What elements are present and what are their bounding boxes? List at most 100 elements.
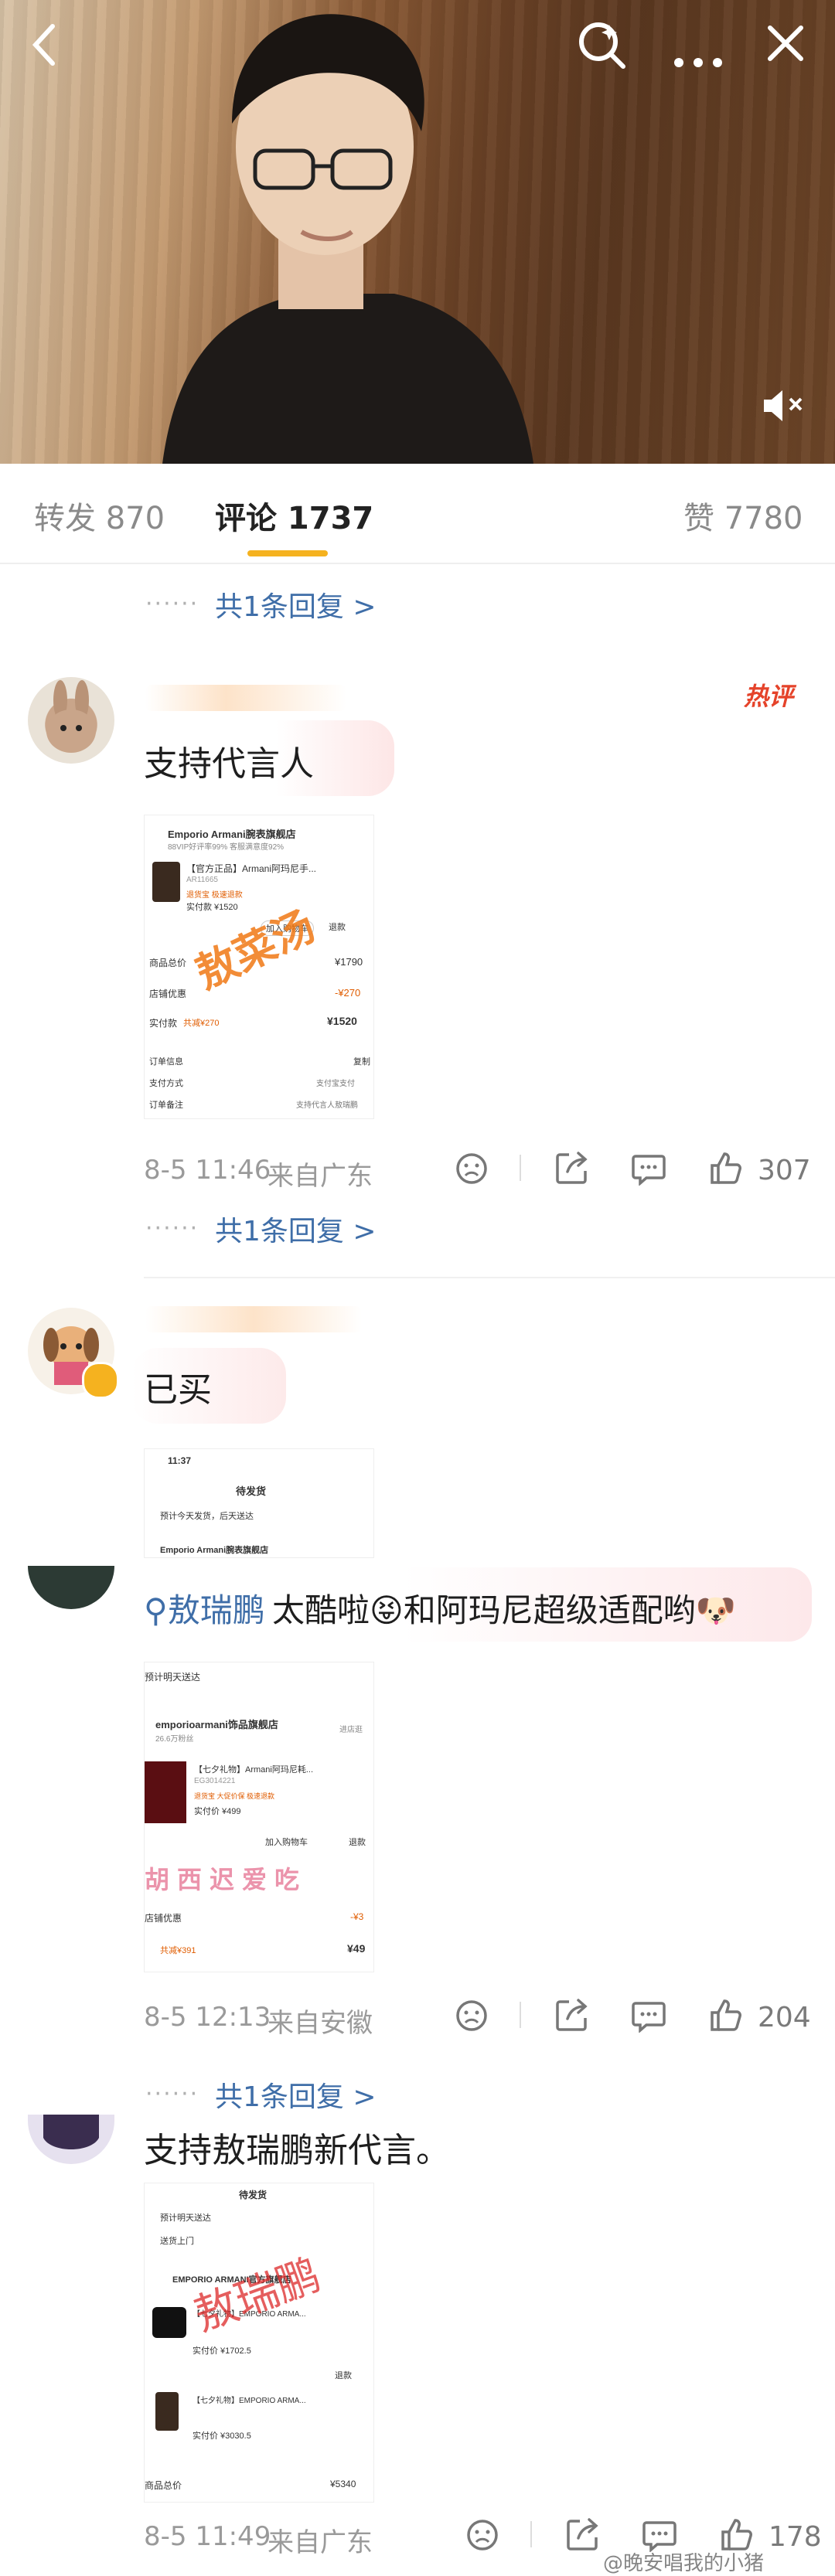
comment-image-order[interactable]: 预计明天送达 emporioarmani饰品旗舰店 26.6万粉丝 进店逛 【七… bbox=[144, 1662, 374, 1972]
shot-paid: 实付款 ¥1520 bbox=[186, 903, 238, 912]
watch-thumbnail bbox=[155, 2392, 179, 2431]
comment-location: 来自广东 bbox=[268, 1161, 373, 1192]
reply-count-link[interactable]: 共1条回复 > bbox=[215, 2074, 377, 2115]
tab-repost[interactable]: 转发 870 bbox=[34, 493, 165, 538]
share-icon[interactable] bbox=[564, 2516, 600, 2555]
shot-refund: 退款 bbox=[335, 2371, 352, 2380]
shot-copy: 复制 bbox=[353, 1057, 370, 1067]
more-dots-icon[interactable] bbox=[671, 36, 725, 77]
shot-title: 待发货 bbox=[236, 1485, 267, 1497]
verified-badge-icon bbox=[82, 1362, 119, 1399]
mute-speaker-icon[interactable] bbox=[761, 386, 807, 432]
like-thumb-icon[interactable] bbox=[708, 1997, 744, 2036]
shot-time: 11:37 bbox=[168, 1455, 192, 1466]
dislike-icon[interactable] bbox=[455, 1999, 489, 2036]
reply-count-link[interactable]: 共1条回复 > bbox=[215, 584, 377, 624]
fan-badge-strip bbox=[145, 1306, 362, 1332]
shot-title: 待发货 bbox=[239, 2190, 268, 2200]
comment-location: 来自广东 bbox=[268, 2527, 373, 2558]
fan-badge-strip bbox=[145, 685, 346, 711]
hot-comment-badge: 热评 bbox=[744, 682, 794, 711]
avatar[interactable] bbox=[28, 2115, 114, 2164]
shot-enter: 进店逛 bbox=[339, 1726, 363, 1734]
shot-store-sub: 26.6万粉丝 bbox=[155, 1735, 194, 1744]
product-thumbnail bbox=[145, 1761, 186, 1823]
watch-thumbnail bbox=[152, 862, 180, 902]
close-icon[interactable] bbox=[765, 23, 806, 70]
shot-remark: 订单备注 bbox=[149, 1101, 183, 1110]
like-count: 178 bbox=[769, 2521, 822, 2553]
mention-link[interactable]: ⚲敖瑞鹏 bbox=[144, 1584, 265, 1632]
search-sparkle-icon[interactable] bbox=[575, 19, 629, 80]
like-count: 307 bbox=[758, 1155, 811, 1186]
like-count: 204 bbox=[758, 2002, 811, 2033]
comment-text: 支持代言人 bbox=[144, 744, 314, 784]
shot-remark-value: 支持代言人敖瑞鹏 bbox=[296, 1101, 358, 1110]
reply-comment-icon[interactable] bbox=[631, 1152, 666, 1189]
reply-count-link[interactable]: 共1条回复 > bbox=[215, 1209, 377, 1249]
shot-total-label: 商品总价 bbox=[145, 2480, 182, 2491]
shot-paid-total: ¥49 bbox=[347, 1942, 366, 1955]
shot-total-label: 商品总价 bbox=[149, 958, 187, 968]
shot-product: 【七夕礼物】Armani阿玛尼耗... bbox=[194, 1765, 314, 1775]
comment-location: 来自安徽 bbox=[268, 2008, 373, 2039]
divider bbox=[520, 1155, 521, 1181]
avatar[interactable] bbox=[28, 1566, 114, 1609]
reply-dots: ······ bbox=[145, 2081, 199, 2108]
image-overlay-text: 胡西迟爱吃 bbox=[145, 1866, 308, 1894]
mention-name: 敖瑞鹏 bbox=[167, 1591, 265, 1629]
shot-order-info: 订单信息 bbox=[149, 1057, 183, 1067]
shot-discount-label: 店铺优惠 bbox=[149, 989, 187, 999]
shot-store: Emporio Armani腕表旗舰店 bbox=[168, 829, 296, 840]
shot-discount: -¥270 bbox=[335, 987, 361, 999]
tab-comments[interactable]: 评论 1737 bbox=[215, 493, 373, 538]
tab-likes[interactable]: 赞 7780 bbox=[683, 493, 803, 538]
shot-badges: 退货宝 极速退款 bbox=[186, 891, 243, 900]
shot-total: ¥5340 bbox=[330, 2479, 356, 2489]
share-icon[interactable] bbox=[554, 1997, 589, 2036]
shot-paid-total: ¥1520 bbox=[327, 1015, 357, 1027]
share-icon[interactable] bbox=[554, 1150, 589, 1189]
shot-saved: 共减¥270 bbox=[183, 1019, 220, 1028]
comment-image-order[interactable]: Emporio Armani腕表旗舰店 88VIP好评率99% 客服满意度92%… bbox=[144, 815, 374, 1119]
reply-comment-icon[interactable] bbox=[631, 1999, 666, 2036]
dislike-icon[interactable] bbox=[455, 1152, 489, 1189]
shot-product: 【官方正品】Armani阿玛尼手... bbox=[186, 863, 317, 874]
active-tab-indicator bbox=[247, 550, 328, 556]
search-icon: ⚲ bbox=[144, 1591, 168, 1629]
back-arrow-icon[interactable] bbox=[29, 22, 60, 75]
reply-dots: ······ bbox=[145, 590, 199, 618]
divider bbox=[520, 2002, 521, 2028]
post-tab-bar: 转发 870 评论 1737 赞 7780 bbox=[0, 464, 835, 564]
shot-paid-1: 实付价 ¥1702.5 bbox=[193, 2346, 251, 2356]
shot-store: emporioarmani饰品旗舰店 bbox=[155, 1719, 278, 1730]
divider bbox=[530, 2521, 532, 2547]
comment-image-order[interactable]: 待发货 预计明天送达 送货上门 EMPORIO ARMANI官方旗舰店 【七夕礼… bbox=[144, 2183, 374, 2503]
shot-refund: 退款 bbox=[329, 923, 346, 932]
post-video-header[interactable] bbox=[0, 0, 835, 464]
shot-sku: AR11665 bbox=[186, 876, 218, 884]
comment-time: 8-5 11:46 bbox=[144, 1155, 271, 1186]
comment-text: 支持敖瑞鹏新代言。 bbox=[144, 2131, 450, 2170]
shot-add-cart: 加入购物车 bbox=[265, 1838, 308, 1847]
comment-divider bbox=[144, 1277, 835, 1278]
shot-notice: 预计明天送达 bbox=[145, 1672, 201, 1683]
like-thumb-icon[interactable] bbox=[708, 1150, 744, 1189]
shot-refund: 退款 bbox=[349, 1838, 366, 1847]
shot-sku: EG3014221 bbox=[194, 1777, 236, 1785]
shot-pickup: 送货上门 bbox=[160, 2237, 194, 2246]
comment-time: 8-5 11:49 bbox=[144, 2521, 271, 2552]
shot-paid: 实付价 ¥499 bbox=[194, 1807, 241, 1816]
shot-paid-2: 实付价 ¥3030.5 bbox=[193, 2431, 251, 2441]
shot-notice: 预计今天发货，后天送达 bbox=[160, 1512, 254, 1521]
shot-pay-value: 支付宝支付 bbox=[316, 1080, 355, 1088]
comment-text: 已买 bbox=[144, 1370, 212, 1410]
shot-saved: 共减¥391 bbox=[160, 1946, 196, 1955]
dislike-icon[interactable] bbox=[465, 2518, 499, 2555]
shot-total: ¥1790 bbox=[335, 956, 363, 968]
shot-paid-label: 实付款 bbox=[149, 1018, 178, 1029]
shot-discount-label: 店铺优惠 bbox=[145, 1913, 182, 1924]
avatar[interactable] bbox=[28, 677, 114, 764]
comment-text: 太酷啦😝和阿玛尼超级适配哟🐶 bbox=[272, 1591, 737, 1629]
comment-image-order[interactable]: 11:37 待发货 预计今天发货，后天送达 Emporio Armani腕表旗舰… bbox=[144, 1448, 374, 1558]
